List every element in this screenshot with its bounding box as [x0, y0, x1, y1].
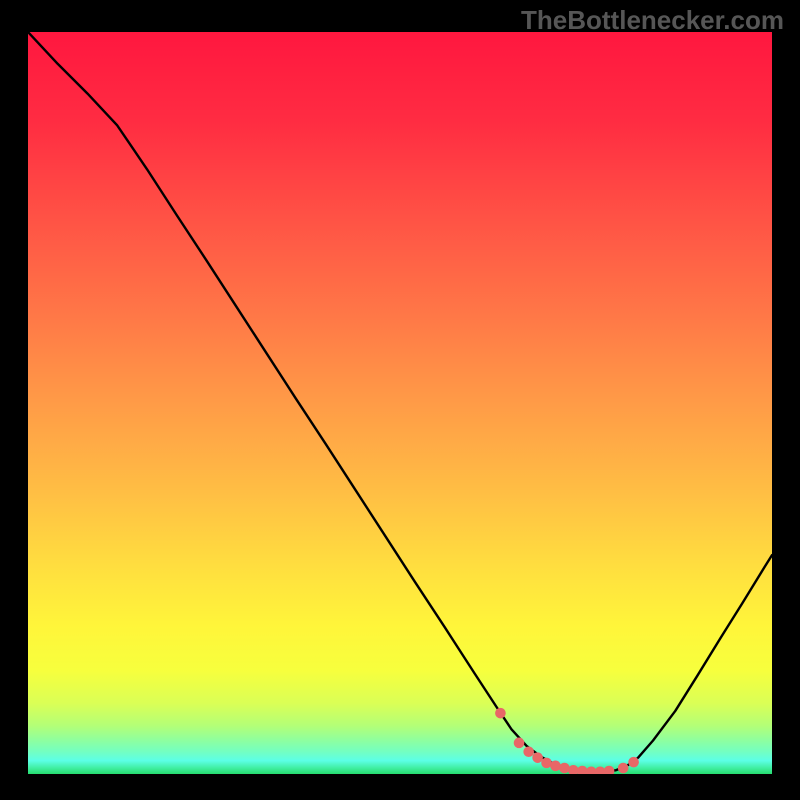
curve-marker [523, 746, 534, 757]
curve-marker [618, 763, 629, 774]
stage: TheBottlenecker.com [0, 0, 800, 800]
curve-marker [604, 766, 615, 774]
overlay-svg [28, 32, 772, 774]
curve-marker [495, 708, 506, 719]
curve-marker [577, 766, 588, 774]
curve-marker [568, 765, 579, 774]
curve-marker [532, 752, 543, 763]
curve-marker [550, 761, 561, 772]
plot-area [28, 32, 772, 774]
curve-markers [495, 708, 639, 774]
curve-marker [514, 738, 525, 749]
bottleneck-curve [28, 32, 772, 772]
curve-marker [628, 757, 639, 768]
watermark-text: TheBottlenecker.com [521, 5, 784, 36]
curve-marker [559, 763, 570, 774]
curve-marker [586, 766, 597, 774]
